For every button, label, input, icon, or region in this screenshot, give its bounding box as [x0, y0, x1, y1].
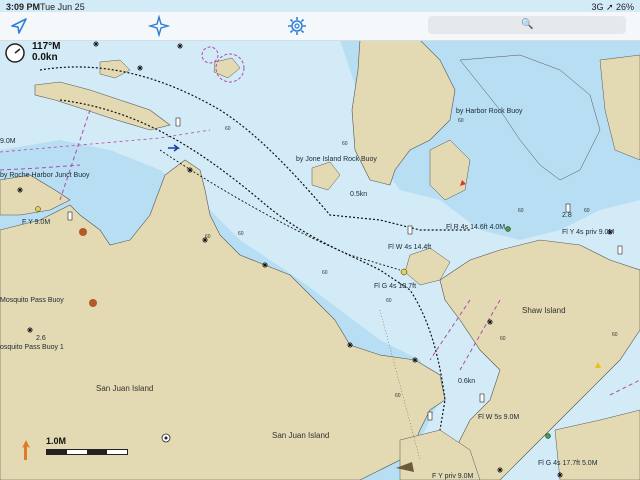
status-date: Tue Jun 25	[40, 2, 85, 12]
search-field[interactable]: 🔍	[428, 16, 626, 34]
svg-text:60: 60	[395, 393, 401, 399]
compass-star-icon[interactable]	[148, 15, 170, 37]
label-san-juan-island-1: San Juan Island	[96, 384, 154, 393]
label-fy-priv: F Y priv 9.0M	[432, 473, 474, 480]
label-roche-harbor: by Roche Harbor Junct Buoy	[0, 172, 90, 179]
heading-value: 117°M	[32, 41, 61, 52]
nautical-chart[interactable]: 6060 60 606060 606060 606060	[0, 0, 640, 480]
svg-text:60: 60	[342, 141, 348, 147]
map-toolbar: 🔍	[0, 12, 640, 41]
speedometer-icon	[5, 43, 25, 63]
label-mosquito-pass: Mosquito Pass Buoy	[0, 297, 64, 304]
label-current-06: 0.6kn	[458, 378, 476, 385]
svg-text:60: 60	[584, 208, 590, 214]
label-san-juan-island-2: San Juan Island	[272, 431, 330, 440]
label-9m: 9.0M	[0, 138, 16, 145]
status-time: 3:09 PM	[6, 2, 41, 12]
label-harbor-rock: by Harbor Rock Buoy	[456, 108, 523, 115]
gear-icon[interactable]	[286, 15, 308, 37]
label-depth-26: 2.6	[36, 335, 46, 342]
label-fl-g: Fl G 4s 18.7ft	[374, 283, 417, 290]
search-icon: 🔍	[521, 19, 534, 30]
label-current-05: 0.5kn	[350, 191, 368, 198]
label-fl-g17: Fl G 4s 17.7ft 5.0M	[538, 460, 598, 467]
label-fl-y4: Fl Y 4s priv 9.0M	[562, 229, 615, 236]
svg-text:60: 60	[458, 118, 464, 124]
svg-text:60: 60	[225, 126, 231, 132]
svg-text:60: 60	[322, 270, 328, 276]
svg-text:60: 60	[238, 231, 244, 237]
heading-speed-hud[interactable]: 117°M 0.0kn	[4, 41, 60, 69]
label-fy9: F Y 9.0M	[22, 219, 51, 226]
speed-value: 0.0kn	[32, 52, 58, 63]
label-fl-w: Fl W 4s 14.4ft	[388, 244, 432, 251]
scale-bar-graphic	[46, 449, 128, 455]
label-depth-28: 2.8	[562, 212, 572, 219]
svg-text:60: 60	[612, 332, 618, 338]
label-fl-r: Fl R 4s 14.6ft 4.0M	[446, 224, 506, 231]
label-shaw-island: Shaw Island	[522, 306, 566, 315]
label-mosquito-pass-2: osquito Pass Buoy 1	[0, 344, 64, 351]
svg-text:60: 60	[500, 336, 506, 342]
label-fl-w5: Fl W 5s 9.0M	[478, 414, 520, 421]
scale-label: 1.0M	[46, 436, 67, 446]
label-jones-island: by Jone Island Rock Buoy	[296, 156, 377, 163]
svg-text:60: 60	[518, 208, 524, 214]
location-arrow-icon[interactable]	[8, 15, 30, 37]
svg-text:60: 60	[386, 298, 392, 304]
